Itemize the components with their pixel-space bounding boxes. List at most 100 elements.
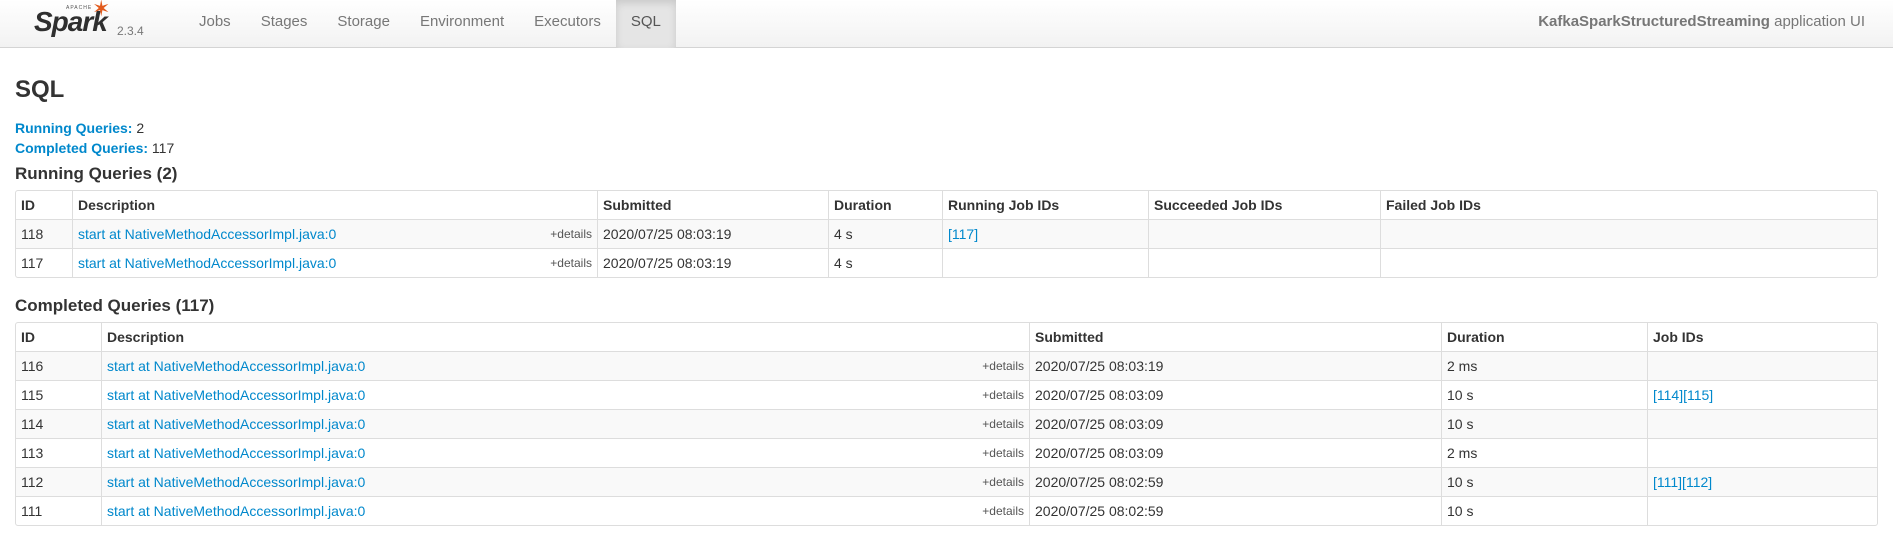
col-header-id[interactable]: ID [16, 323, 101, 351]
table-row: 116 start at NativeMethodAccessorImpl.ja… [16, 351, 1877, 380]
nav-tab-storage[interactable]: Storage [322, 0, 405, 48]
nav-tab-executors[interactable]: Executors [519, 0, 616, 48]
query-description-link[interactable]: start at NativeMethodAccessorImpl.java:0 [78, 226, 336, 242]
main-content: SQL Running Queries: 2 Completed Queries… [0, 76, 1893, 526]
spark-version: 2.3.4 [117, 24, 144, 38]
col-header-description[interactable]: Description [72, 191, 597, 219]
running-queries-link[interactable]: Running Queries: [15, 120, 132, 136]
top-navbar: APACHE Spark ✶ 2.3.4 Jobs Stages Storage… [0, 0, 1893, 48]
running-queries-heading: Running Queries (2) [15, 164, 178, 183]
table-row: 118 start at NativeMethodAccessorImpl.ja… [16, 219, 1877, 248]
query-description-link[interactable]: start at NativeMethodAccessorImpl.java:0 [107, 358, 365, 374]
cell-description: start at NativeMethodAccessorImpl.java:0… [101, 351, 1029, 380]
col-header-job-ids[interactable]: Job IDs [1647, 323, 1877, 351]
main-nav: Jobs Stages Storage Environment Executor… [184, 0, 676, 48]
cell-duration: 4 s [828, 219, 942, 248]
cell-job-ids [1647, 351, 1877, 380]
col-header-submitted[interactable]: Submitted [597, 191, 828, 219]
details-toggle[interactable]: +details [982, 472, 1024, 492]
cell-job-ids [1647, 409, 1877, 438]
details-toggle[interactable]: +details [982, 443, 1024, 463]
table-row: 115 start at NativeMethodAccessorImpl.ja… [16, 380, 1877, 409]
cell-id: 116 [16, 351, 101, 380]
completed-queries-table: ID Description Submitted Duration Job ID… [15, 322, 1878, 526]
table-row: 112 start at NativeMethodAccessorImpl.ja… [16, 467, 1877, 496]
cell-description: start at NativeMethodAccessorImpl.java:0… [101, 409, 1029, 438]
details-toggle[interactable]: +details [982, 501, 1024, 521]
cell-duration: 4 s [828, 248, 942, 277]
details-toggle[interactable]: +details [550, 224, 592, 244]
nav-tab-sql[interactable]: SQL [615, 0, 676, 48]
cell-succeeded-job-ids [1148, 248, 1380, 277]
app-title: KafkaSparkStructuredStreaming applicatio… [1538, 0, 1865, 44]
table-row: 111 start at NativeMethodAccessorImpl.ja… [16, 496, 1877, 525]
cell-id: 115 [16, 380, 101, 409]
cell-submitted: 2020/07/25 08:03:09 [1029, 380, 1441, 409]
completed-queries-heading: Completed Queries (117) [15, 296, 215, 315]
query-summary: Running Queries: 2 Completed Queries: 11… [15, 118, 1878, 158]
details-toggle[interactable]: +details [982, 356, 1024, 376]
query-description-link[interactable]: start at NativeMethodAccessorImpl.java:0 [78, 255, 336, 271]
cell-duration: 2 ms [1441, 438, 1647, 467]
cell-description: start at NativeMethodAccessorImpl.java:0… [101, 380, 1029, 409]
cell-duration: 10 s [1441, 467, 1647, 496]
cell-submitted: 2020/07/25 08:03:19 [597, 219, 828, 248]
job-id-link[interactable]: [114][115] [1653, 387, 1713, 403]
nav-tab-stages[interactable]: Stages [246, 0, 323, 48]
app-title-suffix: application UI [1769, 13, 1865, 30]
col-header-submitted[interactable]: Submitted [1029, 323, 1441, 351]
cell-id: 113 [16, 438, 101, 467]
cell-description: start at NativeMethodAccessorImpl.java:0… [101, 467, 1029, 496]
cell-failed-job-ids [1380, 248, 1877, 277]
cell-description: start at NativeMethodAccessorImpl.java:0… [101, 438, 1029, 467]
col-header-description[interactable]: Description [101, 323, 1029, 351]
running-queries-table: ID Description Submitted Duration Runnin… [15, 190, 1878, 278]
table-row: 113 start at NativeMethodAccessorImpl.ja… [16, 438, 1877, 467]
col-header-id[interactable]: ID [16, 191, 72, 219]
cell-id: 114 [16, 409, 101, 438]
col-header-succeeded-job-ids[interactable]: Succeeded Job IDs [1148, 191, 1380, 219]
cell-job-ids: [111][112] [1647, 467, 1877, 496]
table-row: 117 start at NativeMethodAccessorImpl.ja… [16, 248, 1877, 277]
cell-id: 118 [16, 219, 72, 248]
cell-description: start at NativeMethodAccessorImpl.java:0… [72, 248, 597, 277]
query-description-link[interactable]: start at NativeMethodAccessorImpl.java:0 [107, 503, 365, 519]
col-header-duration[interactable]: Duration [1441, 323, 1647, 351]
col-header-running-job-ids[interactable]: Running Job IDs [942, 191, 1148, 219]
cell-running-job-ids: [117] [942, 219, 1148, 248]
completed-summary: Completed Queries: 117 [15, 138, 1878, 158]
cell-duration: 10 s [1441, 409, 1647, 438]
query-description-link[interactable]: start at NativeMethodAccessorImpl.java:0 [107, 387, 365, 403]
table-row: 114 start at NativeMethodAccessorImpl.ja… [16, 409, 1877, 438]
query-description-link[interactable]: start at NativeMethodAccessorImpl.java:0 [107, 416, 365, 432]
app-name: KafkaSparkStructuredStreaming [1538, 13, 1770, 30]
details-toggle[interactable]: +details [550, 253, 592, 273]
details-toggle[interactable]: +details [982, 385, 1024, 405]
cell-succeeded-job-ids [1148, 219, 1380, 248]
spark-logo[interactable]: APACHE Spark ✶ 2.3.4 [34, 0, 164, 48]
completed-count: 117 [151, 140, 175, 156]
cell-duration: 10 s [1441, 380, 1647, 409]
details-toggle[interactable]: +details [982, 414, 1024, 434]
cell-duration: 2 ms [1441, 351, 1647, 380]
cell-submitted: 2020/07/25 08:02:59 [1029, 496, 1441, 525]
cell-id: 117 [16, 248, 72, 277]
cell-description: start at NativeMethodAccessorImpl.java:0… [72, 219, 597, 248]
cell-job-ids [1647, 438, 1877, 467]
cell-duration: 10 s [1441, 496, 1647, 525]
cell-submitted: 2020/07/25 08:03:09 [1029, 438, 1441, 467]
page-title: SQL [15, 76, 65, 103]
job-id-link[interactable]: [117] [948, 226, 978, 242]
query-description-link[interactable]: start at NativeMethodAccessorImpl.java:0 [107, 474, 365, 490]
col-header-failed-job-ids[interactable]: Failed Job IDs [1380, 191, 1877, 219]
col-header-duration[interactable]: Duration [828, 191, 942, 219]
nav-tab-jobs[interactable]: Jobs [184, 0, 246, 48]
cell-job-ids: [114][115] [1647, 380, 1877, 409]
cell-submitted: 2020/07/25 08:03:19 [597, 248, 828, 277]
cell-submitted: 2020/07/25 08:03:09 [1029, 409, 1441, 438]
completed-queries-link[interactable]: Completed Queries: [15, 140, 148, 156]
query-description-link[interactable]: start at NativeMethodAccessorImpl.java:0 [107, 445, 365, 461]
cell-submitted: 2020/07/25 08:03:19 [1029, 351, 1441, 380]
nav-tab-environment[interactable]: Environment [405, 0, 519, 48]
job-id-link[interactable]: [111][112] [1653, 474, 1712, 490]
